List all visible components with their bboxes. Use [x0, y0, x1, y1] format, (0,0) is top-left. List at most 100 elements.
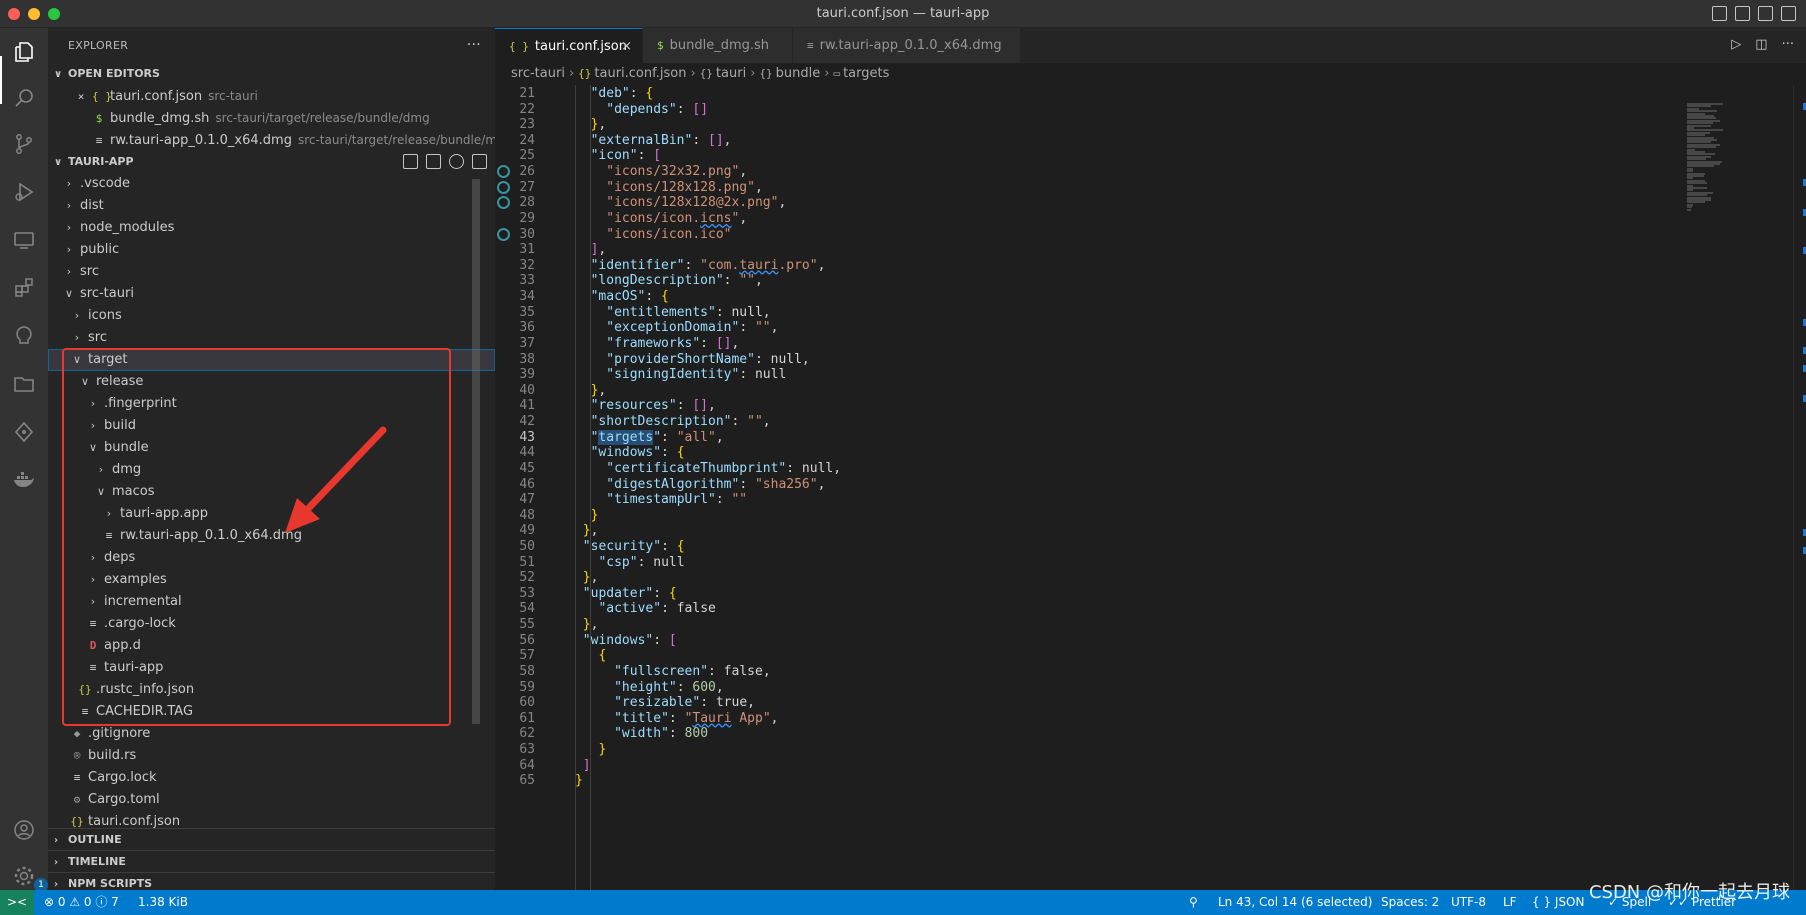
tree-folder-deps[interactable]: › deps — [48, 547, 495, 569]
activity-bar: 1 — [0, 28, 48, 892]
color-decorator-icon[interactable] — [497, 227, 510, 241]
sidebar-scrollbar[interactable] — [472, 179, 480, 724]
tree-file-cachedir-tag[interactable]: ≡ CACHEDIR.TAG — [48, 701, 495, 723]
tree-item-label: dmg — [112, 462, 142, 477]
tree-item-label: app.d — [104, 638, 141, 653]
folder-icon[interactable] — [12, 372, 36, 396]
chevron-down-icon: ∨ — [54, 157, 63, 168]
tree-file-cargo-lock[interactable]: ≡ .cargo-lock — [48, 613, 495, 635]
tree-folder-src-tauri[interactable]: ∨ src-tauri — [48, 283, 495, 305]
tree-item-label: src — [88, 330, 107, 345]
refresh-icon[interactable] — [449, 154, 464, 169]
breadcrumb-item[interactable]: src-tauri — [511, 66, 565, 81]
open-editors-header[interactable]: ∨ OPEN EDITORS — [48, 63, 495, 85]
remote-explorer-icon[interactable] — [12, 228, 36, 252]
language-status[interactable]: { } JSON — [1532, 890, 1584, 915]
breadcrumb-item[interactable]: targets — [843, 66, 889, 81]
code-editor[interactable]: 21 "deb": {22 "depends": [] 23}, 24 "externa… — [495, 85, 1675, 890]
tree-folder-dmg[interactable]: › dmg — [48, 459, 495, 481]
new-folder-icon[interactable] — [426, 154, 441, 169]
tree-folder-vscode[interactable]: › .vscode — [48, 173, 495, 195]
close-icon[interactable]: × — [621, 29, 632, 64]
extensions-icon[interactable] — [12, 276, 36, 300]
customize-layout-icon[interactable] — [1781, 6, 1796, 21]
open-editor-item[interactable]: ≡ rw.tauri-app_0.1.0_x64.dmg src-tauri/tar… — [48, 129, 495, 151]
tree-folder-macos[interactable]: ∨ macos — [48, 481, 495, 503]
bottom-sections: › OUTLINE › TIMELINE › NPM SCRIPTS — [48, 828, 495, 890]
collapse-all-icon[interactable] — [472, 154, 487, 169]
new-file-icon[interactable] — [403, 154, 418, 169]
tree-folder-src-tauri-src[interactable]: › src — [48, 327, 495, 349]
source-control-icon[interactable] — [12, 132, 36, 156]
breadcrumb-item[interactable]: tauri — [716, 66, 746, 81]
more-actions-icon[interactable]: ··· — [1782, 37, 1794, 52]
git-lens-icon[interactable] — [12, 420, 36, 444]
tab-tauri-conf[interactable]: { } tauri.conf.json × — [495, 28, 643, 63]
pin-icon[interactable]: ⚲ — [1189, 890, 1198, 915]
tree-folder-target[interactable]: ∨ target — [48, 349, 495, 371]
open-editor-item[interactable]: × { }tauri.conf.json src-tauri — [48, 85, 495, 107]
tree-file-cargo-lock-root[interactable]: ≡ Cargo.lock — [48, 767, 495, 789]
split-editor-icon[interactable]: ◫ — [1755, 37, 1767, 52]
eol-status[interactable]: LF — [1503, 890, 1517, 915]
chevron-right-icon: › — [54, 857, 59, 868]
remote-indicator[interactable]: >< — [0, 890, 34, 915]
run-icon[interactable]: ▷ — [1731, 37, 1741, 52]
tree-folder-dist[interactable]: › dist — [48, 195, 495, 217]
testing-icon[interactable] — [12, 324, 36, 348]
indent-guide — [575, 85, 576, 890]
tree-file-app-d[interactable]: Dapp.d — [48, 635, 495, 657]
tree-folder-icons[interactable]: › icons — [48, 305, 495, 327]
tree-folder-bundle[interactable]: ∨ bundle — [48, 437, 495, 459]
tree-folder-build[interactable]: › build — [48, 415, 495, 437]
breadcrumb-item[interactable]: bundle — [776, 66, 821, 81]
tree-folder-tauri-app-app[interactable]: › tauri-app.app — [48, 503, 495, 525]
tab-bundle-dmg[interactable]: $ bundle_dmg.sh — [643, 28, 793, 63]
npm-scripts-header[interactable]: › NPM SCRIPTS — [48, 872, 495, 890]
breadcrumb-item[interactable]: tauri.conf.json — [594, 66, 686, 81]
tree-folder-examples[interactable]: › examples — [48, 569, 495, 591]
color-decorator-icon[interactable] — [497, 180, 510, 194]
toggle-panel-icon[interactable] — [1735, 6, 1750, 21]
search-icon[interactable] — [12, 86, 36, 110]
color-decorator-icon[interactable] — [497, 165, 510, 179]
chevron-right-icon: › — [66, 199, 72, 212]
editor-scrollbar[interactable] — [1793, 85, 1806, 890]
code-text: "active": false — [598, 601, 716, 617]
encoding-status[interactable]: UTF-8 — [1451, 890, 1486, 915]
tree-file-cargo-toml[interactable]: ⚙ Cargo.toml — [48, 789, 495, 811]
tree-folder-incremental[interactable]: › incremental — [48, 591, 495, 613]
tree-folder-release[interactable]: ∨ release — [48, 371, 495, 393]
tree-folder-src[interactable]: › src — [48, 261, 495, 283]
tree-folder-fingerprint[interactable]: › .fingerprint — [48, 393, 495, 415]
run-debug-icon[interactable] — [12, 180, 36, 204]
tree-file-build-rs[interactable]: ® build.rs — [48, 745, 495, 767]
toggle-secondary-sidebar-icon[interactable] — [1758, 6, 1773, 21]
timeline-header[interactable]: › TIMELINE — [48, 850, 495, 872]
manage-gear-icon[interactable]: 1 — [12, 864, 48, 892]
active-indicator — [0, 56, 2, 104]
chevron-right-icon: › — [66, 221, 72, 234]
tree-file-tauri-app[interactable]: ≡ tauri-app — [48, 657, 495, 679]
indentation-status[interactable]: Spaces: 2 — [1381, 890, 1439, 915]
outline-header[interactable]: › OUTLINE — [48, 828, 495, 850]
more-actions-icon[interactable]: ··· — [467, 28, 481, 63]
tree-folder-node-modules[interactable]: › node_modules — [48, 217, 495, 239]
close-icon[interactable]: × — [74, 86, 88, 108]
workspace-header[interactable]: ∨ TAURI-APP — [48, 151, 495, 173]
tab-dmg-file[interactable]: ≡ rw.tauri-app_0.1.0_x64.dmg — [793, 28, 1021, 63]
account-icon[interactable] — [12, 818, 36, 842]
rust-file-icon: ® — [73, 749, 81, 762]
tree-file-gitignore[interactable]: ◆ .gitignore — [48, 723, 495, 745]
explorer-icon[interactable] — [12, 40, 36, 64]
docker-icon[interactable] — [12, 468, 36, 492]
problems-status[interactable]: ⊗ 0 ⚠ 0 ⓘ 7 — [44, 890, 119, 915]
tree-folder-public[interactable]: › public — [48, 239, 495, 261]
open-editor-item[interactable]: $ bundle_dmg.sh src-tauri/target/release/b… — [48, 107, 495, 129]
cursor-position-status[interactable]: Ln 43, Col 14 (6 selected) — [1218, 890, 1372, 915]
tree-file-rustc-info[interactable]: {} .rustc_info.json — [48, 679, 495, 701]
toggle-primary-sidebar-icon[interactable] — [1712, 6, 1727, 21]
tree-item-label: Cargo.lock — [88, 770, 157, 785]
minimap[interactable] — [1675, 85, 1793, 890]
tree-file-dmg[interactable]: ≡ rw.tauri-app_0.1.0_x64.dmg — [48, 525, 495, 547]
